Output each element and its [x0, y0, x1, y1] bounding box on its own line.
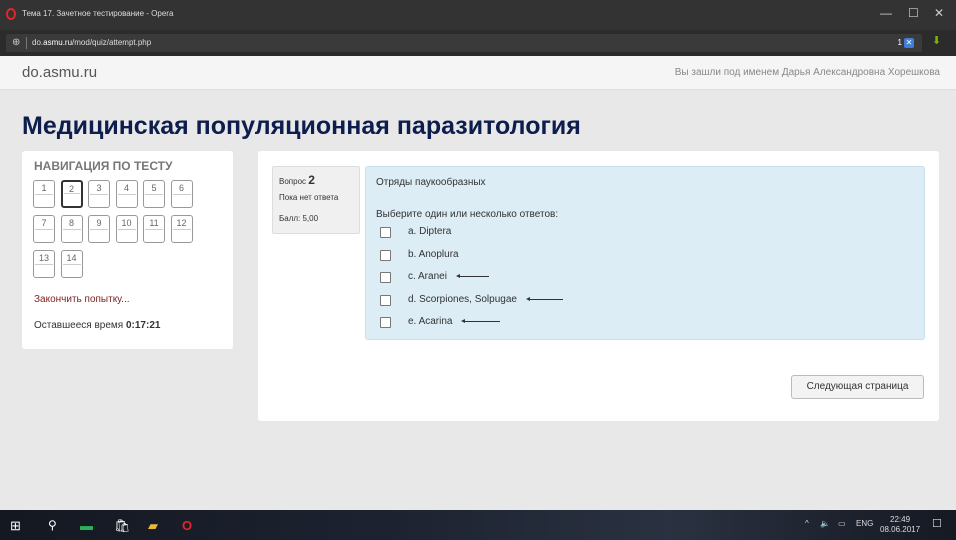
question-nav-button[interactable]: 1: [33, 180, 55, 208]
divider: [26, 37, 27, 49]
download-icon[interactable]: ⬇: [932, 34, 941, 47]
answer-label: c. Aranei: [408, 271, 447, 282]
question-nav-button[interactable]: 7: [33, 215, 55, 243]
close-button[interactable]: ✕: [934, 6, 944, 20]
opera-logo-icon: [6, 8, 16, 20]
page-title: Медицинская популяционная паразитология: [22, 112, 581, 140]
question-nav-button[interactable]: 3: [88, 180, 110, 208]
user-info: Вы зашли под именем Дарья Александровна …: [674, 67, 940, 78]
question-nav-button[interactable]: 14: [60, 250, 83, 278]
windows-start-icon[interactable]: ⊞: [10, 518, 21, 534]
answer-checkbox[interactable]: [380, 227, 391, 238]
globe-icon: ⊕: [12, 37, 21, 48]
question-nav-button[interactable]: 4: [115, 180, 138, 208]
ad-block-icon: ✕: [904, 38, 914, 48]
search-icon[interactable]: ⚲: [48, 518, 57, 532]
quiz-navigation-block: НАВИГАЦИЯ ПО ТЕСТУ 1 2 3 4 5 6 7 8 9 10 11 12 13 14 З…: [22, 151, 233, 349]
window-title: Тема 17. Зачетное тестирование - Opera: [22, 9, 174, 18]
address-bar: ⊕ do.asmu.ru/mod/quiz/attempt.php 1 ✕ ⬇: [0, 30, 956, 56]
opera-taskbar-icon[interactable]: O: [182, 518, 192, 533]
answer-prompt: Выберите один или несколько ответов:: [376, 209, 559, 220]
next-page-button[interactable]: Следующая страница: [791, 375, 924, 399]
answer-checkbox[interactable]: [380, 272, 391, 283]
volume-icon[interactable]: 🔈: [820, 519, 830, 528]
taskbar: ⊞ ⚲ ▬ 🛍 ▰ O ^ 🔈 ▭ ENG 22:49 08.06.2017 ☐: [0, 510, 956, 540]
answer-label: b. Anoplura: [408, 248, 459, 260]
answer-checkbox[interactable]: [380, 317, 391, 328]
question-nav-button[interactable]: 2: [60, 180, 83, 208]
time-left: Оставшееся время 0:17:21: [34, 320, 160, 331]
time-left-label: Оставшееся время: [34, 320, 124, 331]
file-explorer-icon[interactable]: ▰: [148, 518, 158, 534]
time-left-value: 0:17:21: [125, 320, 161, 331]
window-titlebar: Тема 17. Зачетное тестирование - Opera —…: [0, 0, 956, 30]
question-info: Вопрос 2 Пока нет ответа Балл: 5,00: [272, 166, 360, 234]
answer-checkbox[interactable]: [380, 249, 391, 261]
answer-label: d. Scorpiones, Solpugae: [408, 293, 517, 305]
question-nav-button[interactable]: 10: [115, 215, 138, 243]
notifications-icon[interactable]: ☐: [932, 517, 942, 530]
finish-attempt-link[interactable]: Закончить попытку...: [34, 294, 130, 305]
question-nav-button[interactable]: 9: [88, 215, 110, 243]
ad-count: 1: [897, 38, 902, 47]
tray-chevron-icon[interactable]: ^: [805, 519, 809, 528]
answer-label: e. Acarina: [408, 316, 453, 327]
store-icon[interactable]: 🛍: [114, 518, 131, 534]
question-nav-button[interactable]: 11: [143, 215, 165, 243]
question-number: Вопрос 2: [279, 173, 315, 187]
network-icon[interactable]: ▭: [838, 519, 846, 528]
minimize-button[interactable]: —: [880, 6, 892, 20]
url-text: do.asmu.ru/mod/quiz/attempt.php: [32, 38, 152, 47]
question-nav-button[interactable]: 6: [170, 180, 193, 208]
question-nav-button[interactable]: 13: [33, 250, 55, 278]
page-header: do.asmu.ru Вы зашли под именем Дарья Але…: [0, 56, 956, 90]
question-region: Вопрос 2 Пока нет ответа Балл: 5,00 Отря…: [258, 151, 939, 421]
quiz-navigation-title: НАВИГАЦИЯ ПО ТЕСТУ: [34, 159, 173, 173]
answer-checkbox[interactable]: [380, 294, 391, 306]
question-state: Пока нет ответа: [279, 193, 339, 202]
question-text: Отряды паукообразных: [376, 177, 486, 188]
clock[interactable]: 22:49 08.06.2017: [880, 515, 920, 535]
question-form: Отряды паукообразных Выберите один или н…: [365, 166, 925, 340]
maximize-button[interactable]: ☐: [908, 6, 919, 20]
url-field[interactable]: ⊕ do.asmu.ru/mod/quiz/attempt.php 1 ✕: [6, 34, 922, 52]
question-nav-button[interactable]: 12: [170, 215, 193, 243]
question-mark: Балл: 5,00: [279, 214, 319, 223]
ad-blocker-badge[interactable]: 1 ✕: [898, 37, 914, 48]
language-indicator[interactable]: ENG: [856, 519, 873, 528]
question-nav-button[interactable]: 8: [60, 215, 83, 243]
annotation-arrow: [456, 274, 489, 278]
clock-date: 08.06.2017: [880, 525, 921, 534]
clock-time: 22:49: [890, 515, 911, 524]
answer-label: a. Diptera: [408, 226, 452, 237]
site-name-link[interactable]: do.asmu.ru: [22, 64, 97, 81]
question-nav-button[interactable]: 5: [143, 180, 165, 208]
task-view-icon[interactable]: ▬: [80, 518, 93, 533]
annotation-arrow: [461, 319, 500, 323]
annotation-arrow: [526, 296, 563, 301]
